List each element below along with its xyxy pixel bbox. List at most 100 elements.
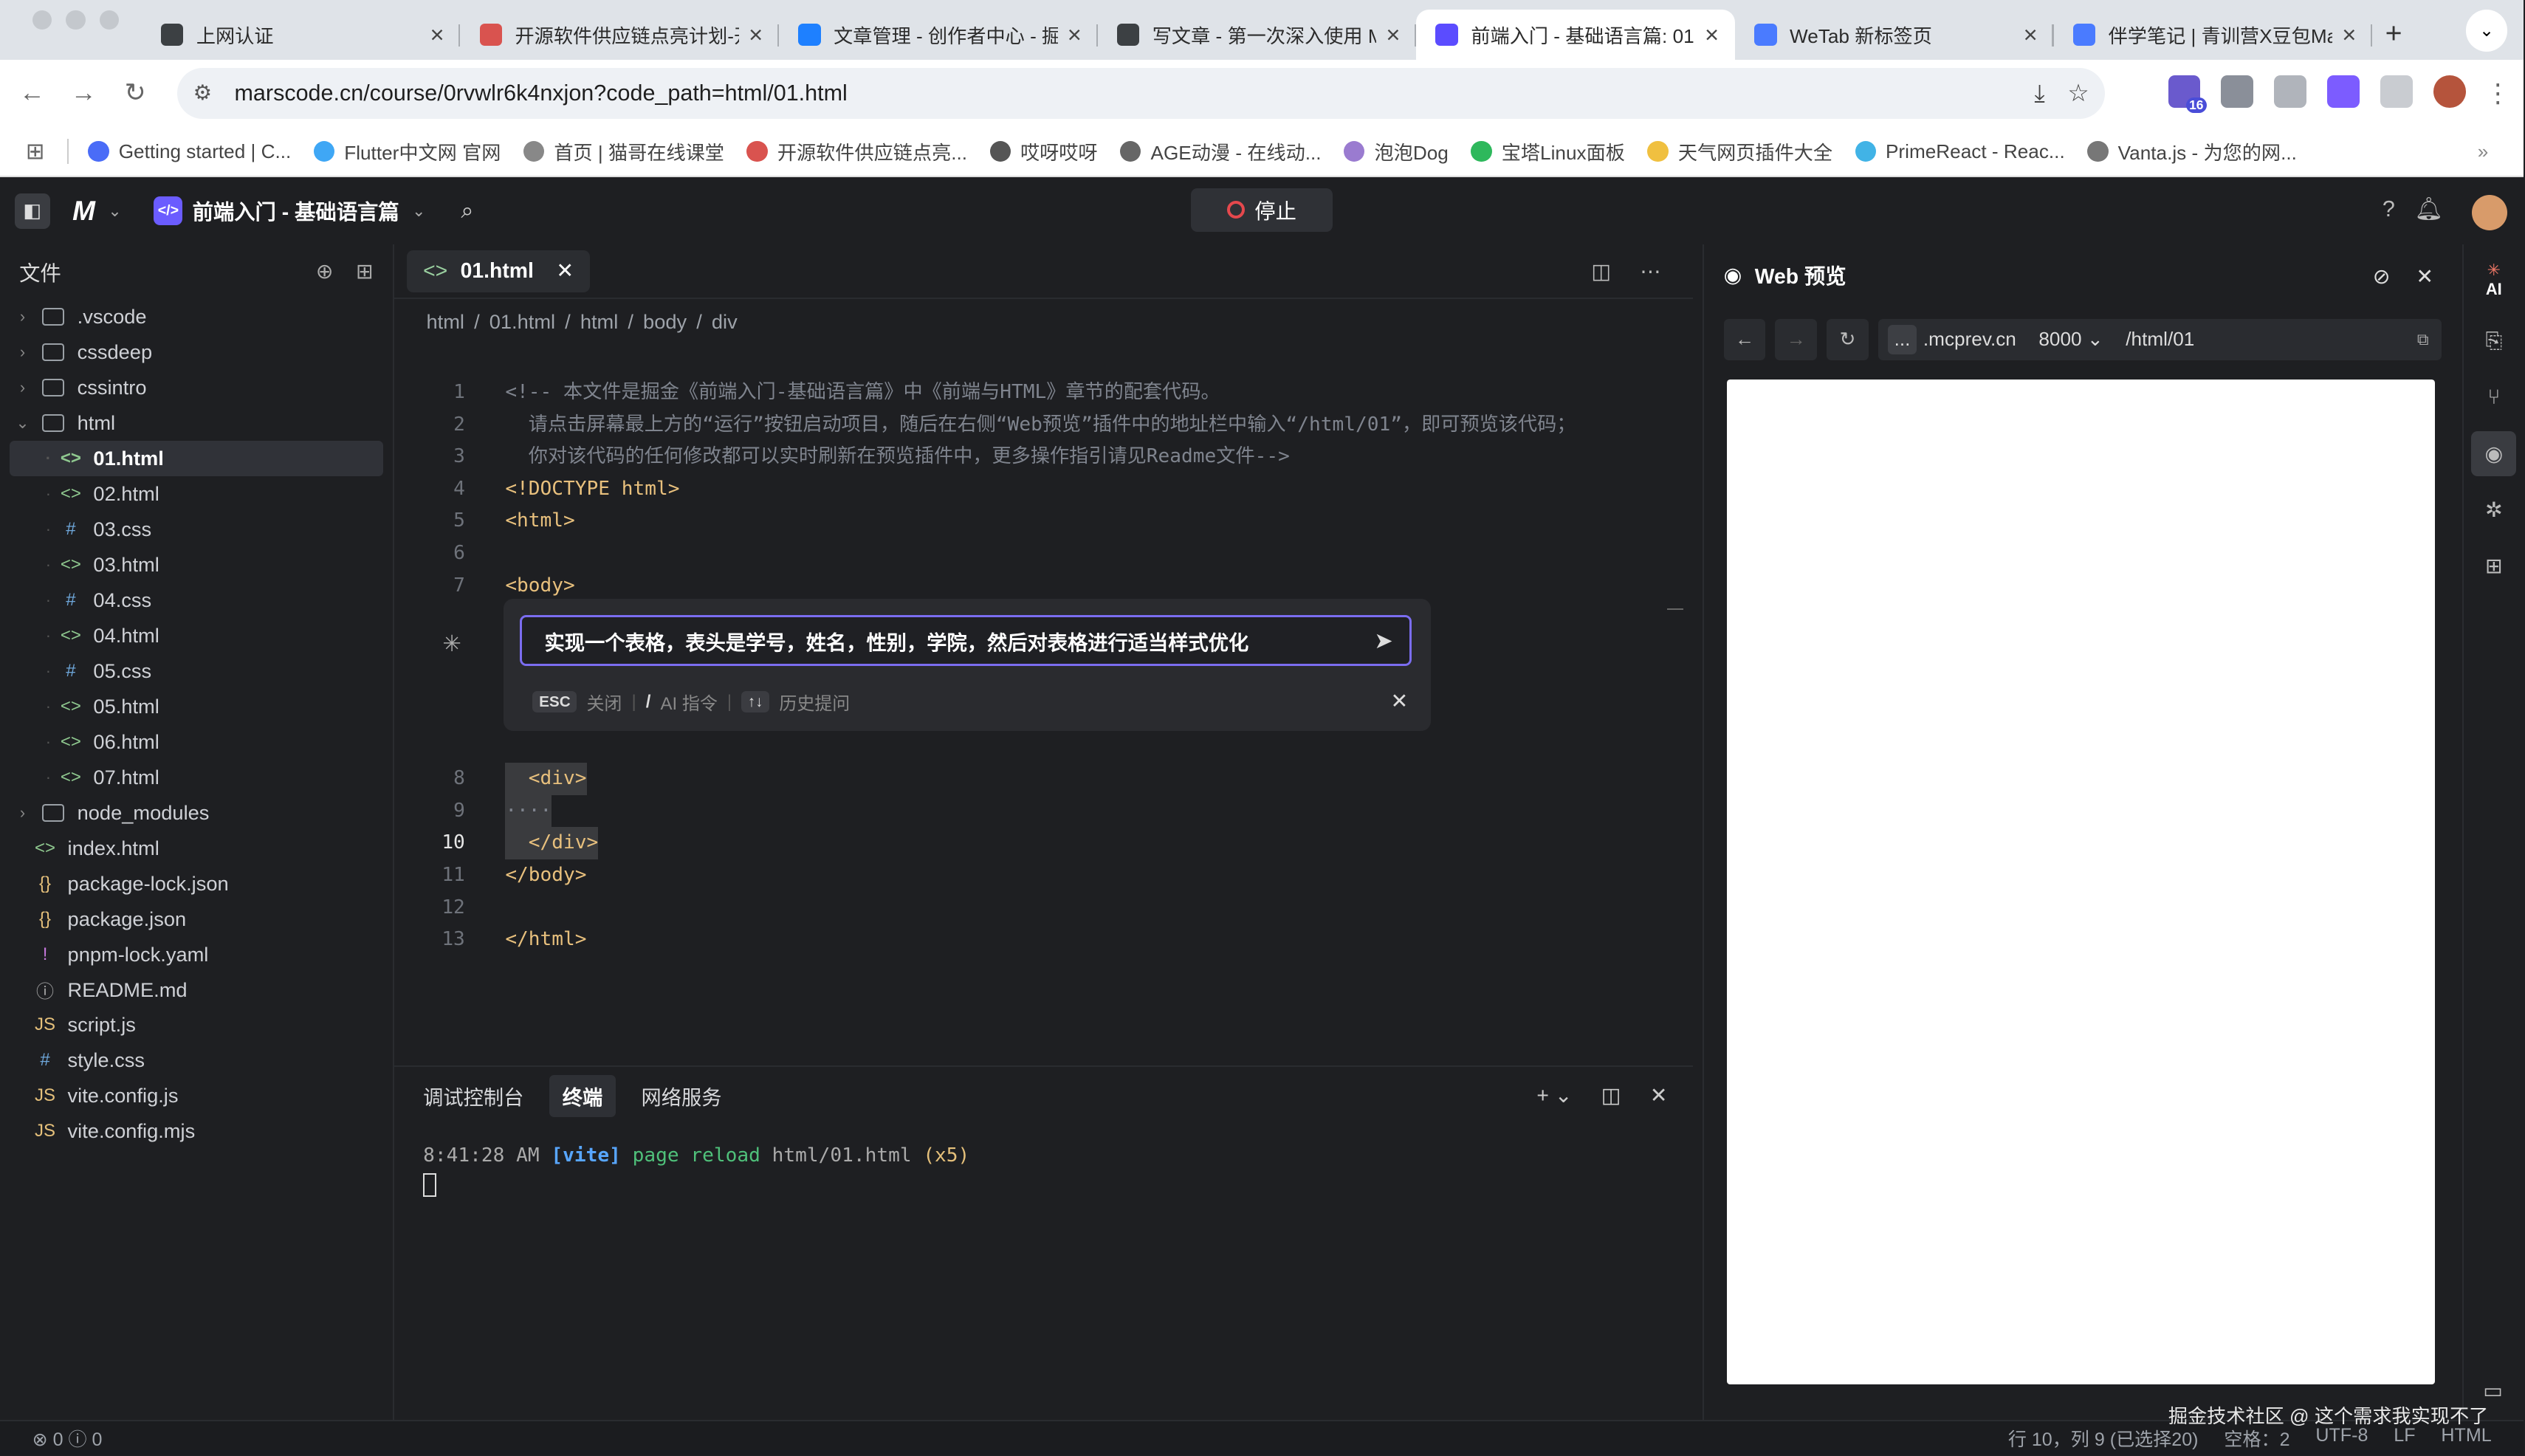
- omnibox[interactable]: ⚙ marscode.cn/course/0rvwlr6k4nxjon?code…: [176, 67, 2106, 120]
- send-icon[interactable]: ➤: [1374, 628, 1393, 654]
- close-tab-icon[interactable]: ✕: [556, 258, 574, 284]
- breadcrumb-item[interactable]: div: [712, 310, 738, 334]
- profile-avatar[interactable]: [2433, 75, 2466, 109]
- marscode-logo[interactable]: M: [72, 195, 95, 227]
- browser-tab[interactable]: 前端入门 - 基础语言篇: 01. ×: [1416, 10, 1735, 60]
- more-bookmarks-icon[interactable]: »: [2478, 140, 2489, 163]
- extension-icon[interactable]: [2327, 75, 2360, 109]
- file-item[interactable]: ! pnpm-lock.yaml: [0, 937, 393, 972]
- split-editor-icon[interactable]: ◫: [1591, 259, 1611, 284]
- extension-icon[interactable]: 16: [2168, 75, 2207, 113]
- close-tab-icon[interactable]: ×: [2024, 21, 2038, 49]
- puzzle-icon[interactable]: [2380, 75, 2413, 109]
- browser-tab[interactable]: 开源软件供应链点亮计划-开 ×: [460, 10, 780, 60]
- folder-item[interactable]: › .vscode: [0, 299, 393, 334]
- status-item[interactable]: 行 10，列 9 (已选择20): [2008, 1425, 2199, 1452]
- bell-icon[interactable]: 🔔︎: [2414, 196, 2443, 222]
- code-line[interactable]: 请点击屏幕最上方的“运行”按钮启动项目，随后在右侧“Web预览”插件中的地址栏中…: [505, 409, 1576, 442]
- back-icon[interactable]: ←: [7, 78, 58, 108]
- file-item[interactable]: ⓘ README.md: [0, 972, 393, 1008]
- code-line[interactable]: ····: [505, 794, 552, 828]
- code-line[interactable]: </div>: [505, 827, 599, 860]
- bookmark-item[interactable]: Vanta.js - 为您的网...: [2087, 137, 2297, 165]
- file-item[interactable]: JS vite.config.mjs: [0, 1113, 393, 1149]
- file-item[interactable]: · #05.css: [0, 653, 393, 689]
- code-line[interactable]: </html>: [505, 924, 586, 956]
- file-item[interactable]: · #04.css: [0, 583, 393, 618]
- bookmark-item[interactable]: 哎呀哎呀: [989, 137, 1098, 165]
- file-item[interactable]: · <> 01.html: [10, 441, 383, 477]
- close-tab-icon[interactable]: ×: [430, 21, 444, 49]
- new-folder-icon[interactable]: ⊞: [356, 259, 374, 284]
- browser-menu-icon[interactable]: ⋮: [2482, 79, 2515, 109]
- folder-item[interactable]: › cssintro: [0, 370, 393, 405]
- file-item[interactable]: · <> 07.html: [0, 760, 393, 795]
- extension-icon[interactable]: [2221, 75, 2254, 109]
- browser-tab[interactable]: 伴学笔记 | 青训营X豆包Ma ×: [2054, 10, 2373, 60]
- breadcrumb-item[interactable]: html: [427, 310, 464, 334]
- close-preview-icon[interactable]: ✕: [2416, 264, 2433, 289]
- reload-icon[interactable]: ↻: [109, 78, 161, 108]
- browser-tab[interactable]: 写文章 - 第一次深入使用 M ×: [1098, 10, 1417, 60]
- close-tab-icon[interactable]: ×: [749, 21, 763, 49]
- split-terminal-icon[interactable]: ◫: [1601, 1083, 1621, 1108]
- apps-grid-icon[interactable]: ⊞: [26, 139, 45, 165]
- terminal-output[interactable]: 8:41:28 AM [vite] page reload html/01.ht…: [423, 1144, 969, 1198]
- tab-search-chevron-icon[interactable]: ⌄: [2465, 10, 2508, 52]
- folder-item[interactable]: › node_modules: [0, 795, 393, 831]
- bookmark-item[interactable]: 开源软件供应链点亮...: [746, 137, 967, 165]
- file-item[interactable]: {} package.json: [0, 902, 393, 937]
- ai-prompt-input[interactable]: 实现一个表格，表头是学号，姓名，性别，学院，然后对表格进行适当样式优化 ➤: [519, 614, 1412, 667]
- preview-path-input[interactable]: /html/01: [2126, 328, 2194, 351]
- code-line[interactable]: <html>: [505, 505, 574, 538]
- status-item[interactable]: HTML: [2441, 1425, 2491, 1452]
- bookmark-item[interactable]: Flutter中文网 官网: [313, 137, 501, 165]
- browser-tab[interactable]: WeTab 新标签页 ×: [1735, 10, 2054, 60]
- file-item[interactable]: · #03.css: [0, 512, 393, 547]
- files-icon[interactable]: ⎘: [2471, 319, 2516, 364]
- port-select[interactable]: 8000 ⌄: [2038, 328, 2103, 351]
- preview-refresh-icon[interactable]: ↻: [1827, 318, 1869, 361]
- bookmark-item[interactable]: AGE动漫 - 在线动...: [1120, 137, 1322, 165]
- code-line[interactable]: <!-- 本文件是掘金《前端入门-基础语言篇》中《前端与HTML》章节的配套代码…: [505, 377, 1220, 409]
- close-tab-icon[interactable]: ×: [2342, 21, 2356, 49]
- code-line[interactable]: </body>: [505, 859, 586, 892]
- search-icon[interactable]: ⌕: [461, 198, 473, 224]
- status-item[interactable]: 空格：2: [2224, 1425, 2289, 1452]
- close-tab-icon[interactable]: ×: [1068, 21, 1082, 49]
- file-item[interactable]: · <> 04.html: [0, 618, 393, 653]
- open-external-icon[interactable]: ⧉: [2417, 330, 2429, 349]
- bookmark-star-icon[interactable]: ☆: [2067, 79, 2089, 108]
- ai-assistant-button[interactable]: ✳ AI: [2471, 253, 2516, 307]
- help-icon[interactable]: ?: [2383, 196, 2395, 222]
- compass-icon[interactable]: ⊘: [2373, 264, 2391, 289]
- status-item[interactable]: UTF-8: [2315, 1425, 2368, 1452]
- file-item[interactable]: <> index.html: [0, 831, 393, 866]
- browser-tab[interactable]: 上网认证 ×: [142, 10, 461, 60]
- panel-tab[interactable]: 网络服务: [628, 1075, 735, 1117]
- bug-icon[interactable]: ✲: [2471, 487, 2516, 532]
- bookmark-item[interactable]: 天气网页插件大全: [1647, 137, 1832, 165]
- forward-icon[interactable]: →: [58, 78, 109, 108]
- breadcrumb-item[interactable]: html: [580, 310, 618, 334]
- more-actions-icon[interactable]: ⋯: [1640, 259, 1660, 284]
- panel-tab[interactable]: 调试控制台: [410, 1075, 537, 1117]
- extensions-grid-icon[interactable]: ⊞: [2471, 544, 2516, 589]
- bookmark-item[interactable]: Getting started | C...: [88, 137, 291, 165]
- new-tab-button[interactable]: +: [2385, 17, 2402, 50]
- bookmark-item[interactable]: PrimeReact - Reac...: [1855, 137, 2065, 165]
- bookmark-item[interactable]: 宝塔Linux面板: [1471, 137, 1625, 165]
- maximize-window-button[interactable]: [100, 10, 120, 30]
- breadcrumb-item[interactable]: body: [643, 310, 687, 334]
- add-terminal-icon[interactable]: + ⌄: [1536, 1083, 1572, 1108]
- file-item[interactable]: · <> 03.html: [0, 547, 393, 583]
- editor-tab-01-html[interactable]: <> 01.html ✕: [407, 250, 590, 292]
- breadcrumb-item[interactable]: 01.html: [489, 310, 555, 334]
- close-tab-icon[interactable]: ×: [1705, 21, 1719, 49]
- preview-back-icon[interactable]: ←: [1723, 318, 1766, 361]
- install-app-icon[interactable]: ⤓: [2034, 79, 2044, 108]
- bookmark-item[interactable]: 泡泡Dog: [1344, 137, 1449, 165]
- project-switcher[interactable]: </> 前端入门 - 基础语言篇 ⌄: [154, 196, 425, 226]
- file-item[interactable]: JS script.js: [0, 1008, 393, 1043]
- code-line[interactable]: <div>: [505, 763, 587, 795]
